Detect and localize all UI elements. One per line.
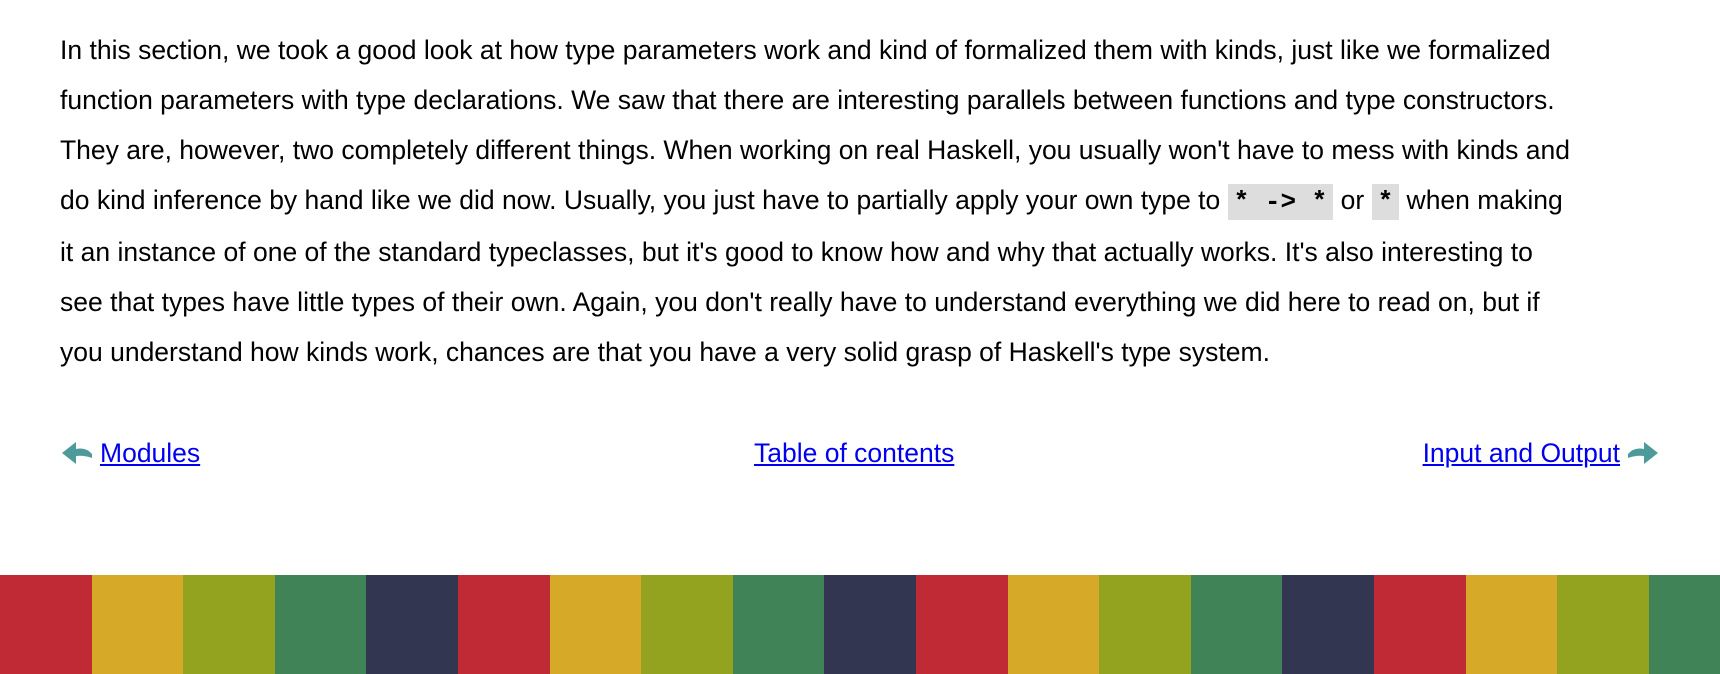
footer-stripe xyxy=(91,575,184,674)
footer-stripe xyxy=(183,575,275,674)
paragraph-text: or xyxy=(1333,185,1372,215)
summary-paragraph: In this section, we took a good look at … xyxy=(60,25,1660,377)
footer-stripe xyxy=(274,575,367,674)
paragraph-line: it an instance of one of the standard ty… xyxy=(60,237,1533,267)
paragraph-text: when making xyxy=(1399,185,1563,215)
footer-stripe xyxy=(641,575,733,674)
footer-stripe xyxy=(915,575,1008,674)
inline-code-kind-star: * xyxy=(1371,184,1400,220)
footer-stripe xyxy=(1648,575,1720,674)
arrow-left-icon[interactable] xyxy=(60,438,94,468)
footer-stripe xyxy=(1373,575,1466,674)
prev-chapter-nav: Modules xyxy=(60,430,200,476)
article-content: In this section, we took a good look at … xyxy=(60,25,1660,377)
footer-stripe xyxy=(1099,575,1191,674)
table-of-contents-link[interactable]: Table of contents xyxy=(754,430,954,476)
paragraph-line: you understand how kinds work, chances a… xyxy=(60,337,1270,367)
paragraph-line: In this section, we took a good look at … xyxy=(60,35,1551,65)
next-chapter-link[interactable]: Input and Output xyxy=(1423,430,1620,476)
paragraph-text: do kind inference by hand like we did no… xyxy=(60,185,1228,215)
footer-color-stripes xyxy=(0,575,1720,674)
footer-stripe xyxy=(1557,575,1649,674)
chapter-navigation: Modules Table of contents Input and Outp… xyxy=(60,430,1660,476)
footer-stripe xyxy=(549,575,642,674)
prev-chapter-link[interactable]: Modules xyxy=(100,430,200,476)
footer-stripe xyxy=(457,575,550,674)
paragraph-line-with-code: do kind inference by hand like we did no… xyxy=(60,175,1660,227)
footer-stripe xyxy=(824,575,916,674)
footer-stripe xyxy=(0,575,92,674)
paragraph-line: They are, however, two completely differ… xyxy=(60,135,1570,165)
footer-stripe xyxy=(366,575,458,674)
footer-stripe xyxy=(1465,575,1558,674)
inline-code-kind-function: * -> * xyxy=(1227,184,1334,220)
footer-stripe xyxy=(1190,575,1283,674)
footer-stripe xyxy=(1007,575,1100,674)
arrow-right-icon[interactable] xyxy=(1626,438,1660,468)
footer-stripe xyxy=(732,575,825,674)
paragraph-line: function parameters with type declaratio… xyxy=(60,85,1555,115)
paragraph-line: see that types have little types of thei… xyxy=(60,287,1540,317)
footer-stripe xyxy=(1282,575,1374,674)
next-chapter-nav: Input and Output xyxy=(1423,430,1660,476)
